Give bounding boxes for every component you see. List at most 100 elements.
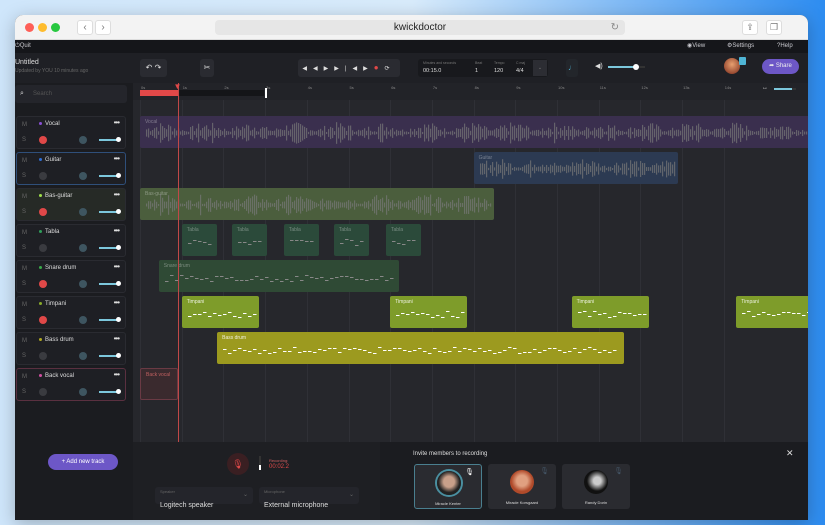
track-name[interactable]: Bass drum: [39, 337, 74, 343]
track-name[interactable]: Snare drum: [39, 265, 76, 271]
minimize-window-button[interactable]: [38, 23, 47, 32]
playhead[interactable]: ▼: [174, 83, 181, 442]
timeline[interactable]: ↔ 0s 1s 2s 3s 4s 5s 6s 7s 8s 9s 10s 11s 12s 13s 14s Vo…: [133, 83, 808, 442]
record-arm-button[interactable]: [39, 244, 47, 252]
mute-button[interactable]: M: [22, 158, 27, 164]
avatar[interactable]: [724, 58, 740, 74]
more-icon[interactable]: •••: [114, 262, 120, 271]
pan-knob[interactable]: [79, 136, 87, 144]
track-header[interactable]: M S Timpani •••: [16, 296, 126, 329]
signature-value[interactable]: 4/4: [516, 68, 524, 74]
back-icon[interactable]: ‹: [77, 20, 93, 35]
pan-knob[interactable]: [79, 172, 87, 180]
solo-button[interactable]: S: [22, 245, 26, 251]
clip[interactable]: Bas-guitar: [140, 188, 495, 220]
clip[interactable]: Tabla: [283, 224, 320, 256]
mute-button[interactable]: M: [22, 266, 27, 272]
record-icon[interactable]: ●: [374, 63, 385, 72]
undo-icon[interactable]: ↶: [146, 63, 153, 72]
settings-menu[interactable]: ⚙ Settings: [727, 40, 754, 53]
rewind-icon[interactable]: ◀◀: [302, 66, 323, 72]
more-icon[interactable]: •••: [114, 334, 120, 343]
redo-icon[interactable]: ↷: [155, 63, 162, 72]
member-card[interactable]: 🎙 Randy Dorin: [562, 464, 630, 509]
member-card[interactable]: 🎙 Miracle Kenter: [414, 464, 482, 509]
track-volume-slider[interactable]: [99, 353, 121, 358]
solo-button[interactable]: S: [22, 137, 26, 143]
more-icon[interactable]: •••: [114, 226, 120, 235]
loop-icon[interactable]: ⟳: [385, 66, 396, 72]
record-arm-button[interactable]: [39, 208, 47, 216]
clip[interactable]: Vocal: [140, 116, 808, 148]
clip[interactable]: Bass drum: [217, 332, 624, 364]
add-track-button[interactable]: + Add new track: [48, 454, 118, 470]
record-arm-button[interactable]: [39, 136, 47, 144]
play-icon[interactable]: ▶: [363, 66, 374, 72]
track-volume-slider[interactable]: [99, 173, 121, 178]
record-arm-button[interactable]: [39, 352, 47, 360]
mute-button[interactable]: M: [22, 338, 27, 344]
track-volume-slider[interactable]: [99, 389, 121, 394]
mute-button[interactable]: M: [22, 122, 27, 128]
microphone-icon[interactable]: 🎙: [227, 453, 249, 475]
view-menu[interactable]: ◉ View: [687, 40, 705, 53]
record-arm-button[interactable]: [39, 280, 47, 288]
track-volume-slider[interactable]: [99, 317, 121, 322]
share-button[interactable]: ➦ Share: [762, 59, 799, 74]
mute-button[interactable]: M: [22, 374, 27, 380]
playhead-handle-icon[interactable]: ▼: [174, 83, 182, 91]
pan-knob[interactable]: [79, 244, 87, 252]
track-header[interactable]: M S Back vocal •••: [16, 368, 126, 401]
track-volume-slider[interactable]: [99, 209, 121, 214]
solo-button[interactable]: S: [22, 173, 26, 179]
forward-icon[interactable]: ›: [95, 20, 111, 35]
quit-button[interactable]: ⏻ Quit: [15, 40, 31, 53]
tabs-icon[interactable]: ❐: [766, 20, 782, 35]
track-volume-slider[interactable]: [99, 137, 121, 142]
chevron-down-icon[interactable]: ⌄: [533, 60, 547, 76]
more-icon[interactable]: •••: [114, 118, 120, 127]
maximize-window-button[interactable]: [51, 23, 60, 32]
track-header[interactable]: M S Guitar •••: [16, 152, 126, 185]
reload-icon[interactable]: ↻: [611, 20, 619, 35]
cut-button[interactable]: ✂: [200, 59, 214, 77]
clip[interactable]: Tabla: [386, 224, 422, 256]
mute-button[interactable]: M: [22, 230, 27, 236]
clip[interactable]: Timpani: [736, 296, 808, 328]
mute-button[interactable]: M: [22, 302, 27, 308]
pan-knob[interactable]: [79, 388, 87, 396]
track-name[interactable]: Guitar: [39, 157, 61, 163]
fast-forward-icon[interactable]: ▶▶: [324, 66, 345, 72]
solo-button[interactable]: S: [22, 209, 26, 215]
project-title[interactable]: Untitled: [15, 59, 39, 66]
clip[interactable]: Tabla: [231, 224, 268, 256]
speaker-select[interactable]: Speaker Logitech speaker ⌄: [155, 487, 253, 509]
more-icon[interactable]: •••: [114, 298, 120, 307]
solo-button[interactable]: S: [22, 317, 26, 323]
track-name[interactable]: Bas-guitar: [39, 193, 72, 199]
track-name[interactable]: Timpani: [39, 301, 66, 307]
pan-knob[interactable]: [79, 352, 87, 360]
microphone-select[interactable]: Microphone External microphone ⌄: [259, 487, 359, 509]
track-name[interactable]: Tabla: [39, 229, 59, 235]
track-header[interactable]: M S Bass drum •••: [16, 332, 126, 365]
track-name[interactable]: Back vocal: [39, 373, 74, 379]
track-volume-slider[interactable]: [99, 281, 121, 286]
microphone-icon[interactable]: 🎙: [540, 467, 549, 475]
clip[interactable]: Timpani: [571, 296, 649, 328]
skip-back-icon[interactable]: |◀: [345, 66, 363, 72]
mute-button[interactable]: M: [22, 194, 27, 200]
track-volume-slider[interactable]: [99, 245, 121, 250]
track-header[interactable]: M S Vocal •••: [16, 116, 126, 149]
clip[interactable]: Timpani: [181, 296, 259, 328]
close-icon[interactable]: ✕: [786, 448, 794, 459]
pan-knob[interactable]: [79, 208, 87, 216]
pan-knob[interactable]: [79, 280, 87, 288]
loop-end-handle[interactable]: [265, 88, 268, 98]
clip[interactable]: Snare drum: [158, 260, 399, 292]
record-arm-button[interactable]: [39, 316, 47, 324]
more-icon[interactable]: •••: [114, 190, 120, 199]
record-arm-button[interactable]: [39, 388, 47, 396]
solo-button[interactable]: S: [22, 353, 26, 359]
share-page-icon[interactable]: ⇪: [742, 20, 758, 35]
